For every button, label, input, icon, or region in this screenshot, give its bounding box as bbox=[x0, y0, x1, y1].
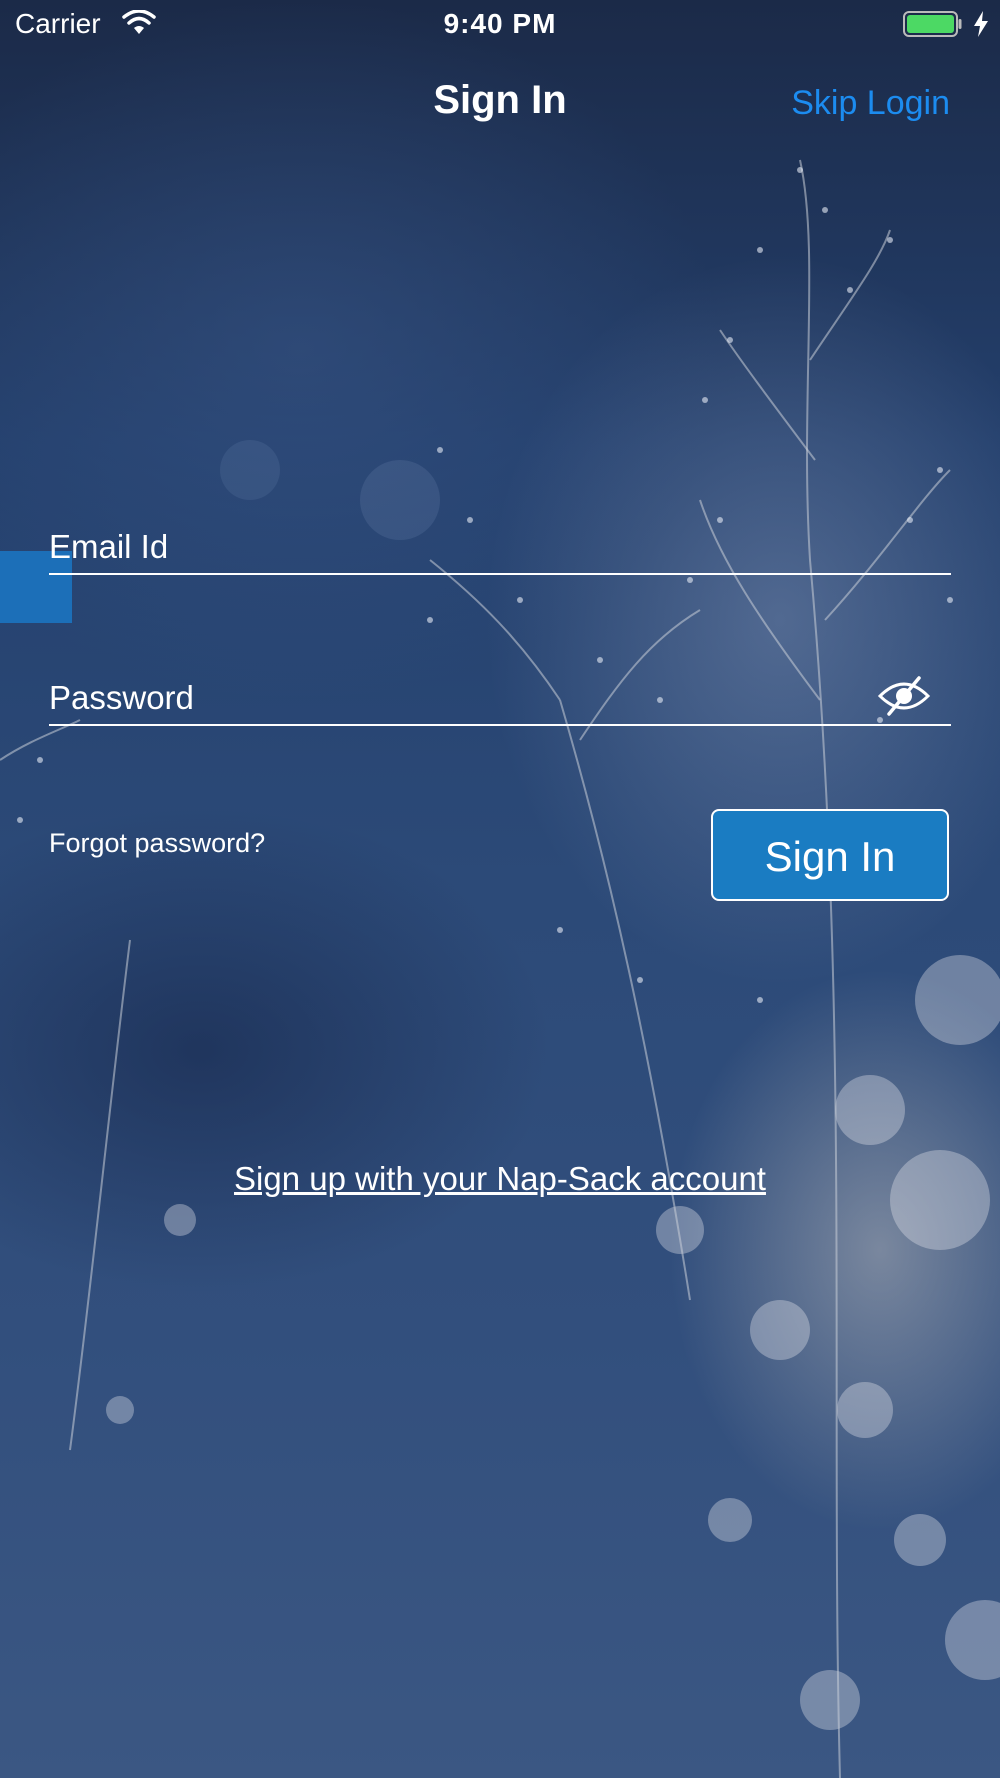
clock-time: 9:40 PM bbox=[443, 8, 557, 39]
forgot-password-link[interactable]: Forgot password? bbox=[49, 828, 265, 859]
sign-in-button[interactable]: Sign In bbox=[711, 809, 949, 901]
signup-link[interactable]: Sign up with your Nap-Sack account bbox=[0, 1160, 1000, 1198]
battery-icon bbox=[903, 11, 962, 37]
password-input[interactable] bbox=[49, 674, 869, 722]
email-field bbox=[49, 523, 951, 575]
charging-bolt-icon bbox=[974, 11, 988, 37]
status-bar: Carrier 9:40 PM bbox=[0, 0, 1000, 50]
email-input[interactable] bbox=[49, 523, 869, 571]
skip-login-button[interactable]: Skip Login bbox=[791, 84, 950, 123]
password-field bbox=[49, 674, 951, 726]
sign-in-screen: Carrier 9:40 PM Sign In Skip Login Email… bbox=[0, 0, 1000, 1778]
eye-slash-icon[interactable] bbox=[877, 674, 931, 718]
